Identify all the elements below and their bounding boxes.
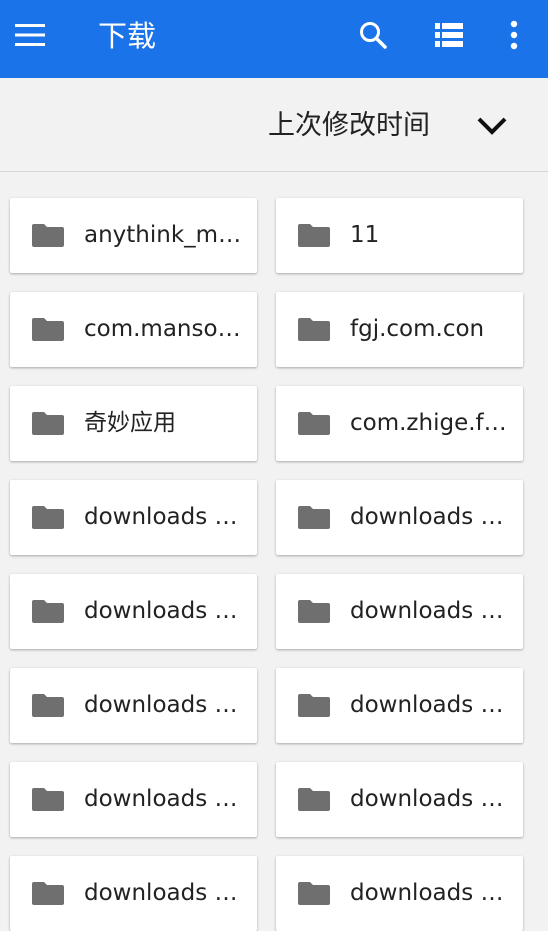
menu-button[interactable]	[8, 13, 52, 57]
folder-item[interactable]: downloads (…	[276, 574, 523, 649]
folder-name: downloads (…	[84, 598, 244, 624]
folder-name: downloads (…	[84, 880, 244, 906]
folder-icon	[298, 694, 330, 717]
folder-name: downloads (…	[350, 692, 510, 718]
folder-item[interactable]: downloads (…	[10, 480, 257, 555]
folder-icon	[298, 506, 330, 529]
folder-item[interactable]: downloads (…	[276, 480, 523, 555]
folder-name: fgj.com.con	[350, 316, 485, 342]
more-vert-icon	[510, 20, 518, 50]
folder-name: downloads (…	[84, 786, 244, 812]
folder-icon	[32, 412, 64, 435]
list-view-icon	[435, 23, 463, 47]
sort-label[interactable]: 上次修改时间	[268, 106, 430, 146]
sort-bar: 上次修改时间	[0, 78, 548, 172]
folder-name: downloads (…	[84, 692, 244, 718]
folder-icon	[298, 412, 330, 435]
folder-icon	[298, 788, 330, 811]
folder-item[interactable]: downloads (…	[276, 856, 523, 931]
folder-name: downloads (…	[350, 786, 510, 812]
folder-icon	[298, 882, 330, 905]
folder-item[interactable]: 奇妙应用	[10, 386, 257, 461]
folder-icon	[32, 694, 64, 717]
folder-item[interactable]: downloads (…	[10, 762, 257, 837]
sort-order-toggle[interactable]	[470, 104, 514, 148]
folder-icon	[32, 788, 64, 811]
folder-item[interactable]: downloads (…	[10, 574, 257, 649]
folder-item[interactable]: fgj.com.con	[276, 292, 523, 367]
more-options-button[interactable]	[492, 13, 536, 57]
folder-icon	[298, 318, 330, 341]
folder-name: 奇妙应用	[84, 410, 176, 436]
folder-icon	[32, 318, 64, 341]
search-button[interactable]	[351, 13, 395, 57]
folder-item[interactable]: downloads (…	[276, 762, 523, 837]
app-bar: 下载	[0, 0, 548, 78]
menu-icon	[15, 24, 45, 46]
folder-name: com.zhige.f…	[350, 410, 507, 436]
folder-item[interactable]: downloads (…	[10, 668, 257, 743]
folder-item[interactable]: com.zhige.f…	[276, 386, 523, 461]
folder-item[interactable]: anythink_m…	[10, 198, 257, 273]
folder-icon	[32, 506, 64, 529]
folder-name: downloads (…	[350, 504, 510, 530]
folder-icon	[32, 224, 64, 247]
folder-name: anythink_m…	[84, 222, 242, 248]
folder-item[interactable]: downloads (…	[276, 668, 523, 743]
folder-name: 11	[350, 222, 380, 248]
folder-icon	[298, 600, 330, 623]
folder-name: downloads (…	[84, 504, 244, 530]
view-toggle-button[interactable]	[427, 13, 471, 57]
folder-item[interactable]: com.manso…	[10, 292, 257, 367]
folder-item[interactable]: downloads (…	[10, 856, 257, 931]
chevron-down-icon	[477, 117, 507, 135]
page-title: 下载	[98, 19, 157, 53]
folder-name: downloads (…	[350, 598, 510, 624]
folder-item[interactable]: 11	[276, 198, 523, 273]
folder-name: com.manso…	[84, 316, 241, 342]
folder-name: downloads (…	[350, 880, 510, 906]
search-icon	[360, 22, 387, 49]
folder-icon	[298, 224, 330, 247]
folder-icon	[32, 882, 64, 905]
folder-icon	[32, 600, 64, 623]
